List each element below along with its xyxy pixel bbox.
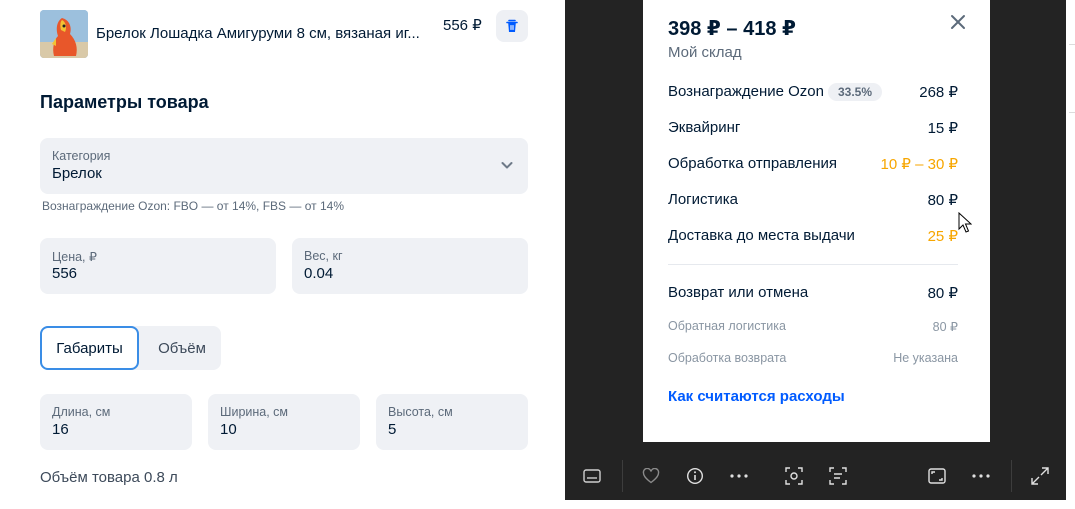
return-row: Возврат или отмена 80 ₽	[668, 284, 958, 302]
return-subrow: Обработка возврата Не указана	[668, 351, 958, 365]
cost-row: Вознаграждение Ozon 33.5% 268 ₽	[668, 83, 958, 101]
close-icon[interactable]	[948, 12, 968, 32]
more-icon[interactable]	[727, 464, 751, 488]
cost-row-value: 80 ₽	[927, 192, 958, 209]
product-form: Брелок Лошадка Амигуруми 8 см, вязаная и…	[0, 0, 565, 509]
price-range: 398 ₽ – 418 ₽	[668, 18, 796, 40]
cost-row-label: Логистика	[668, 191, 739, 208]
weight-value: 0.04	[304, 265, 334, 282]
tab-dimensions[interactable]: Габариты	[40, 326, 139, 370]
mouse-cursor-icon	[958, 212, 972, 233]
subtitles-icon[interactable]	[580, 464, 604, 488]
cost-row-value: 25 ₽	[927, 228, 958, 245]
weight-field[interactable]: Вес, кг 0.04	[292, 238, 528, 294]
tab-volume[interactable]: Объём	[143, 326, 221, 370]
length-value: 16	[52, 421, 69, 438]
return-subrow: Обратная логистика 80 ₽	[668, 319, 958, 334]
cost-row-label: Доставка до места выдачи	[668, 227, 855, 244]
cost-row-value: 10 ₽ – 30 ₽	[880, 156, 958, 173]
width-value: 10	[220, 421, 237, 438]
viewer-toolbar	[565, 452, 1066, 500]
heart-icon[interactable]	[639, 464, 663, 488]
return-subrow-value: Не указана	[893, 351, 958, 365]
price-value: 556	[52, 265, 78, 282]
toolbar-separator	[1011, 460, 1012, 492]
length-field[interactable]: Длина, см 16	[40, 394, 192, 450]
how-costs-calculated-link[interactable]: Как считаются расходы	[668, 388, 845, 405]
warehouse-subtitle: Мой склад	[668, 44, 742, 61]
cost-row-value: 15 ₽	[927, 120, 958, 137]
more-icon[interactable]	[969, 464, 993, 488]
category-label: Категория	[52, 149, 111, 163]
divider	[1069, 44, 1075, 45]
divider	[668, 264, 958, 265]
return-subrow-label: Обработка возврата	[668, 351, 787, 365]
commission-badge: 33.5%	[828, 83, 883, 101]
height-label: Высота, см	[388, 405, 453, 419]
text-scan-icon[interactable]	[826, 464, 850, 488]
height-value: 5	[388, 421, 397, 438]
product-name[interactable]: Брелок Лошадка Амигуруми 8 см, вязаная и…	[96, 25, 420, 42]
width-label: Ширина, см	[220, 405, 289, 419]
cost-row-label: Обработка отправления	[668, 155, 838, 172]
category-value: Брелок	[52, 165, 102, 182]
price-field[interactable]: Цена, ₽ 556	[40, 238, 276, 294]
weight-label: Вес, кг	[304, 249, 343, 263]
width-field[interactable]: Ширина, см 10	[208, 394, 360, 450]
cost-row-value: 268 ₽	[919, 84, 958, 101]
scan-icon[interactable]	[782, 464, 806, 488]
info-icon[interactable]	[683, 464, 707, 488]
category-hint: Вознаграждение Ozon: FBO — от 14%, FBS —…	[42, 199, 344, 213]
product-price: 556 ₽	[443, 17, 482, 34]
height-field[interactable]: Высота, см 5	[376, 394, 528, 450]
trash-icon	[506, 19, 518, 32]
section-title: Параметры товара	[40, 92, 209, 112]
category-select[interactable]: Категория Брелок	[40, 138, 528, 194]
volume-text: Объём товара 0.8 л	[40, 469, 178, 486]
cost-row: Обработка отправления 10 ₽ – 30 ₽	[668, 155, 958, 173]
price-label: Цена, ₽	[52, 250, 97, 264]
divider	[1069, 112, 1075, 113]
return-subrow-value: 80 ₽	[932, 320, 958, 334]
product-thumbnail[interactable]	[40, 10, 88, 58]
toolbar-separator	[622, 460, 623, 492]
chevron-down-icon	[501, 162, 513, 169]
cost-row: Эквайринг 15 ₽	[668, 119, 958, 137]
return-row-value: 80 ₽	[927, 285, 958, 302]
cost-row: Доставка до места выдачи 25 ₽	[668, 227, 958, 245]
delete-product-button[interactable]	[496, 10, 528, 42]
cost-row-label: Эквайринг	[668, 119, 741, 136]
length-label: Длина, см	[52, 405, 111, 419]
cost-breakdown-popup: 398 ₽ – 418 ₽ Мой склад Вознаграждение O…	[643, 0, 990, 441]
expand-icon[interactable]	[1028, 464, 1052, 488]
cost-row-label: Вознаграждение Ozon	[668, 83, 824, 100]
cost-row: Логистика 80 ₽	[668, 191, 958, 209]
page-edge	[1066, 0, 1075, 509]
return-row-label: Возврат или отмена	[668, 284, 809, 301]
return-subrow-label: Обратная логистика	[668, 319, 786, 333]
fit-screen-icon[interactable]	[925, 464, 949, 488]
dimension-mode-switch: Габариты Объём	[40, 326, 221, 370]
